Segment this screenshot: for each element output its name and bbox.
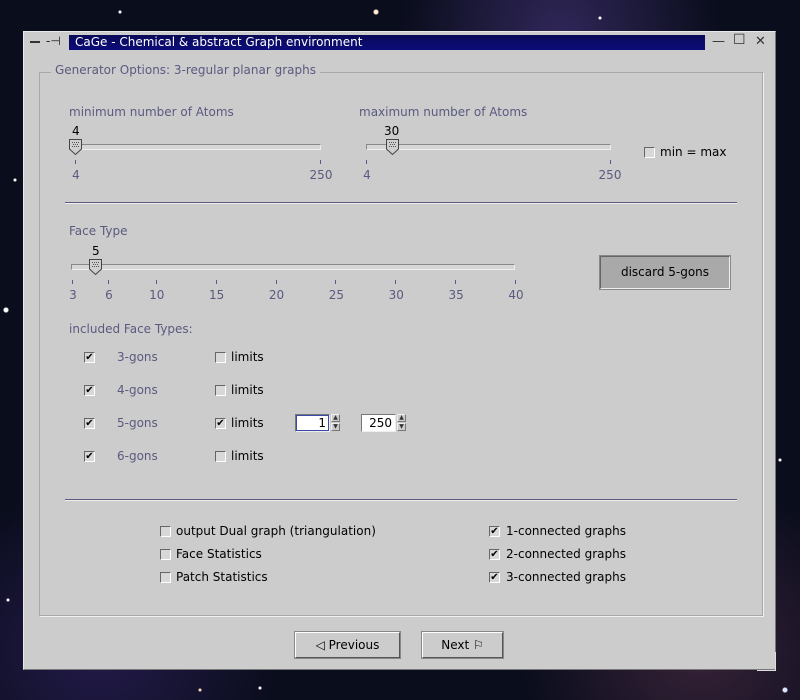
- limits-checkbox[interactable]: [215, 352, 226, 363]
- min-atoms-slider-thumb[interactable]: [69, 139, 82, 155]
- cage-window: -⊣ CaGe - Chemical & abstract Graph envi…: [23, 31, 776, 670]
- face-type-gon-label: 5-gons: [117, 416, 158, 430]
- output-option-label: Face Statistics: [176, 547, 262, 561]
- face-type-tick-label: 10: [149, 288, 165, 302]
- face-type-tick: [275, 280, 277, 284]
- face-type-tick-label: 3: [69, 288, 77, 302]
- face-type-checkbox[interactable]: ✔: [84, 418, 95, 429]
- close-icon[interactable]: ✕: [755, 34, 766, 49]
- max-atoms-value: 30: [384, 124, 400, 138]
- minimize-icon[interactable]: —: [712, 34, 725, 49]
- spin-down-icon[interactable]: ▼: [331, 423, 340, 431]
- min-atoms-label: minimum number of Atoms: [69, 105, 234, 119]
- min-atoms-slider-track[interactable]: [69, 144, 321, 150]
- limit-high-spinner-field[interactable]: 250: [361, 414, 396, 432]
- separator-top: [65, 202, 737, 203]
- face-type-slider-thumb[interactable]: [89, 259, 102, 275]
- panel-legend: Generator Options: 3-regular planar grap…: [51, 63, 320, 77]
- face-type-gon-label: 3-gons: [117, 350, 158, 364]
- connectivity-checkbox[interactable]: ✔: [489, 526, 500, 537]
- max-atoms-label: maximum number of Atoms: [359, 105, 528, 119]
- title-bar[interactable]: -⊣ CaGe - Chemical & abstract Graph envi…: [24, 32, 775, 54]
- limits-label: limits: [231, 383, 264, 397]
- min-atoms-value: 4: [72, 124, 80, 138]
- max-atoms-tick-min-label: 4: [363, 168, 371, 182]
- limits-checkbox[interactable]: [215, 451, 226, 462]
- face-type-checkbox[interactable]: ✔: [84, 385, 95, 396]
- next-button[interactable]: Next ⚐: [421, 631, 504, 659]
- face-type-tick: [215, 280, 217, 284]
- min-atoms-tick-max: [320, 160, 321, 164]
- pin-icon[interactable]: -⊣: [46, 34, 61, 48]
- connectivity-label: 3-connected graphs: [506, 570, 626, 584]
- output-option-checkbox[interactable]: [160, 549, 171, 560]
- face-type-tick-label: 6: [105, 288, 113, 302]
- face-type-tick-label: 35: [448, 288, 464, 302]
- included-face-types-label: included Face Types:: [69, 322, 193, 336]
- separator-bottom: [65, 499, 737, 500]
- connectivity-checkbox[interactable]: ✔: [489, 549, 500, 560]
- max-atoms-tick-max: [610, 160, 611, 164]
- limits-checkbox[interactable]: ✔: [215, 418, 226, 429]
- spin-up-icon[interactable]: ▲: [397, 414, 406, 422]
- connectivity-label: 2-connected graphs: [506, 547, 626, 561]
- max-atoms-tick-max-label: 250: [598, 168, 622, 182]
- max-atoms-slider-thumb[interactable]: [386, 139, 399, 155]
- window-menu-icon[interactable]: [30, 41, 40, 43]
- min-atoms-label-text: minimum number of Atoms: [69, 105, 234, 119]
- previous-button[interactable]: ◁ Previous: [294, 631, 401, 659]
- window-title: CaGe - Chemical & abstract Graph environ…: [69, 35, 705, 50]
- output-option-label: Patch Statistics: [176, 570, 268, 584]
- output-option-checkbox[interactable]: [160, 526, 171, 537]
- face-type-tick-label: 15: [209, 288, 225, 302]
- face-type-gon-label: 6-gons: [117, 449, 158, 463]
- min-atoms-tick-min-label: 4: [72, 168, 80, 182]
- limits-checkbox[interactable]: [215, 385, 226, 396]
- face-type-tick-label: 40: [508, 288, 524, 302]
- min-atoms-tick-max-label: 250: [309, 168, 333, 182]
- limits-label: limits: [231, 350, 264, 364]
- max-atoms-slider-track[interactable]: [366, 144, 611, 150]
- face-type-tick-label: 25: [328, 288, 345, 302]
- face-type-checkbox[interactable]: ✔: [84, 352, 95, 363]
- next-flag-icon: ⚐: [469, 638, 484, 652]
- discard-gons-button[interactable]: discard 5-gons: [599, 255, 731, 290]
- max-atoms-tick-min: [366, 160, 367, 164]
- spin-down-icon[interactable]: ▼: [397, 423, 406, 431]
- face-type-label: Face Type: [69, 224, 128, 238]
- face-type-tick: [155, 280, 157, 284]
- output-option-checkbox[interactable]: [160, 572, 171, 583]
- limit-high-spinner[interactable]: 250 ▲ ▼: [361, 414, 406, 432]
- min-atoms-tick-min: [75, 160, 76, 164]
- limits-label: limits: [231, 416, 264, 430]
- limit-low-spinner-field[interactable]: 1: [295, 414, 330, 432]
- face-type-tick-label: 20: [268, 288, 285, 302]
- min-equals-max-label: min = max: [660, 145, 727, 159]
- face-type-tick: [515, 280, 516, 284]
- face-type-value: 5: [92, 244, 100, 258]
- limit-low-spinner[interactable]: 1 ▲ ▼: [295, 414, 340, 432]
- face-type-gon-label: 4-gons: [117, 383, 158, 397]
- spin-up-icon[interactable]: ▲: [331, 414, 340, 422]
- face-type-slider-track[interactable]: [71, 264, 515, 270]
- previous-button-label: Previous: [328, 638, 380, 652]
- connectivity-label: 1-connected graphs: [506, 524, 626, 538]
- face-type-checkbox[interactable]: ✔: [84, 451, 95, 462]
- resize-handle[interactable]: [757, 652, 776, 671]
- face-type-tick: [107, 280, 109, 284]
- face-type-tick: [395, 280, 397, 284]
- connectivity-checkbox[interactable]: ✔: [489, 572, 500, 583]
- next-button-label: Next: [441, 638, 470, 652]
- output-option-label: output Dual graph (triangulation): [176, 524, 376, 538]
- previous-arrow-icon: ◁: [315, 638, 329, 652]
- min-equals-max-checkbox[interactable]: [644, 147, 655, 158]
- face-type-tick: [455, 280, 457, 284]
- face-type-tick: [335, 280, 337, 284]
- maximize-icon[interactable]: ☐: [733, 32, 746, 48]
- face-type-tick: [72, 280, 73, 284]
- face-type-tick-label: 30: [388, 288, 404, 302]
- limits-label: limits: [231, 449, 264, 463]
